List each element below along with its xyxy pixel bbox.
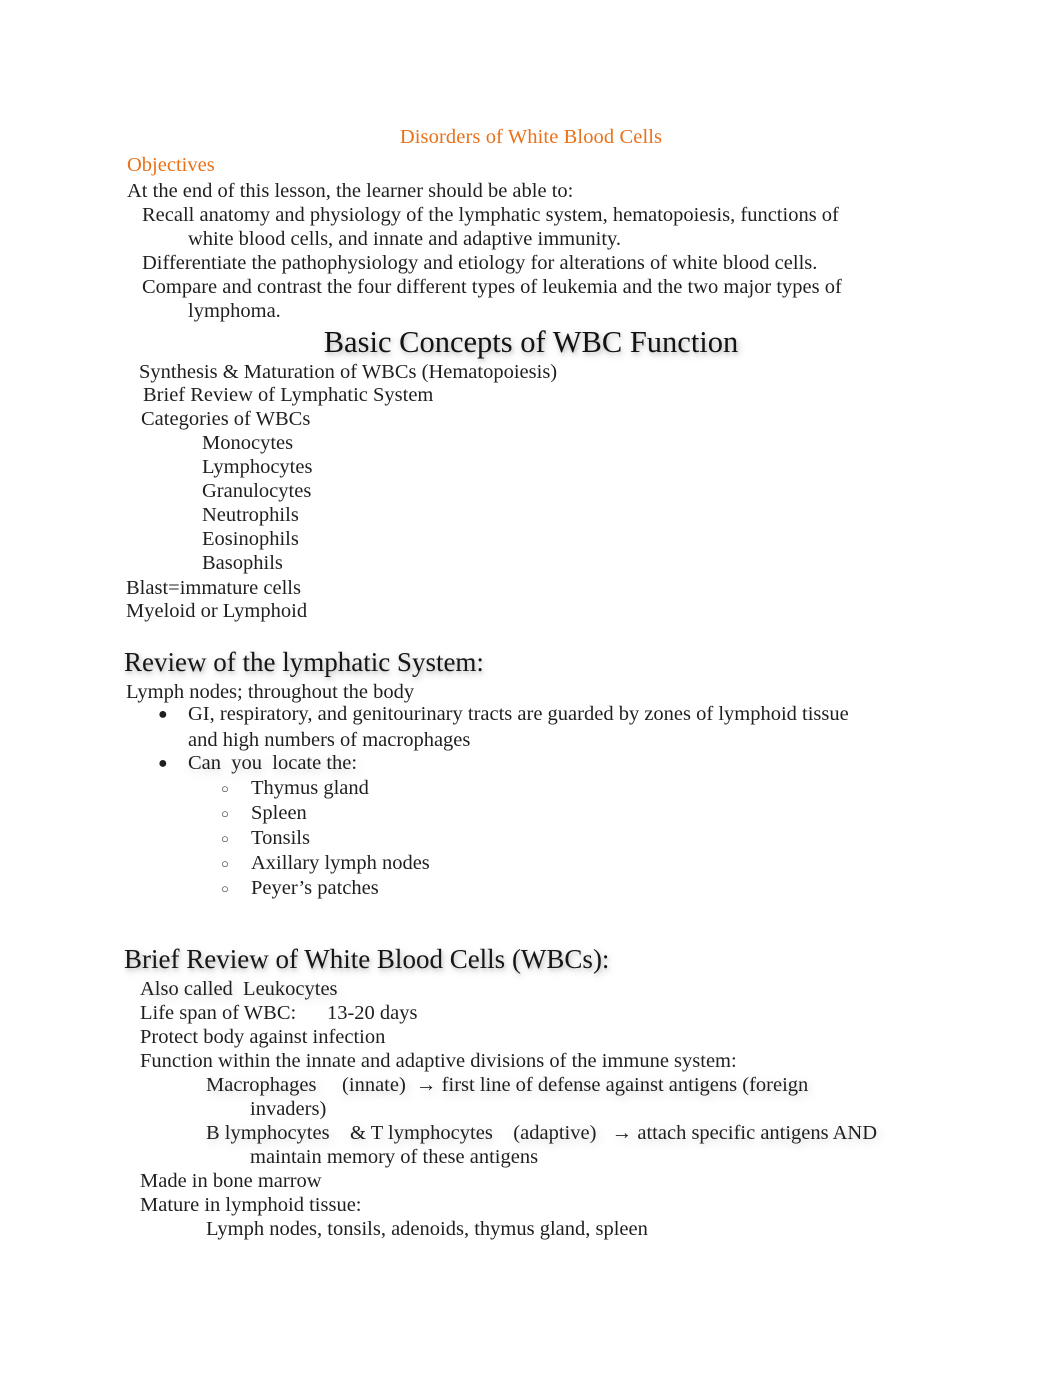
wbc-category-lymphocytes: Lymphocytes [202, 456, 313, 478]
hollow-bullet-icon: ○ [221, 881, 229, 896]
wbc-category-granulocytes: Granulocytes [202, 480, 312, 502]
sub-bullet-thymus-gland: Thymus gland [251, 777, 369, 799]
lymphatic-review-heading: Review of the lymphatic System: [124, 647, 484, 677]
lymphatic-review-intro: Lymph nodes; throughout the body [126, 681, 415, 703]
objective-item-2-line-1: Differentiate the pathophysiology and et… [142, 252, 818, 274]
basic-concepts-note-blast: Blast=immature cells [126, 577, 301, 599]
basic-concepts-topic-2: Brief Review of Lymphatic System [143, 384, 434, 406]
hollow-bullet-icon: ○ [221, 831, 229, 846]
objective-item-1-line-2: white blood cells, and innate and adapti… [188, 228, 622, 250]
filled-bullet-icon: ● [158, 706, 168, 723]
wbc-category-basophils: Basophils [202, 552, 283, 574]
lymphatic-bullet-2-line-1: Can you locate the: [188, 752, 358, 774]
wbc-fact-life-span: Life span of WBC: 13-20 days [140, 1002, 418, 1024]
wbc-fact-function: Function within the innate and adaptive … [140, 1050, 737, 1072]
objectives-heading: Objectives [127, 154, 215, 176]
wbc-category-neutrophils: Neutrophils [202, 504, 299, 526]
immune-detail-macrophages-line-2: invaders) [250, 1098, 327, 1120]
wbc-origin-bone-marrow: Made in bone marrow [140, 1170, 322, 1192]
basic-concepts-note-lineage: Myeloid or Lymphoid [126, 600, 308, 622]
wbc-fact-protect: Protect body against infection [140, 1026, 386, 1048]
hollow-bullet-icon: ○ [221, 806, 229, 821]
document-page: Disorders of White Blood Cells Objective… [0, 0, 1062, 1377]
immune-detail-lymphocytes-line-2: maintain memory of these antigens [250, 1146, 539, 1168]
filled-bullet-icon: ● [158, 755, 168, 772]
sub-bullet-spleen: Spleen [251, 802, 307, 824]
sub-bullet-peyers-patches: Peyer’s patches [251, 877, 379, 899]
list-item: ○ Thymus gland [221, 776, 369, 802]
page-title: Disorders of White Blood Cells [399, 126, 663, 148]
wbc-category-monocytes: Monocytes [202, 432, 294, 454]
objective-item-3-line-2: lymphoma. [188, 300, 281, 322]
wbc-category-eosinophils: Eosinophils [202, 528, 299, 550]
list-item: ○ Axillary lymph nodes [221, 851, 430, 877]
immune-detail-lymphocytes-line-1: B lymphocytes & T lymphocytes (adaptive)… [206, 1122, 878, 1144]
lymphatic-bullet-1-line-1: GI, respiratory, and genitourinary tract… [188, 703, 849, 725]
sub-bullet-tonsils: Tonsils [251, 827, 310, 849]
wbc-origin-mature-lymphoid: Mature in lymphoid tissue: [140, 1194, 362, 1216]
immune-detail-macrophages-line-1: Macrophages (innate) → first line of def… [206, 1074, 809, 1096]
wbc-fact-also-called: Also called Leukocytes [140, 978, 338, 1000]
objectives-lead-in: At the end of this lesson, the learner s… [127, 180, 574, 202]
hollow-bullet-icon: ○ [221, 781, 229, 796]
list-item: ○ Spleen [221, 801, 307, 827]
list-item: ○ Peyer’s patches [221, 876, 379, 902]
list-item: ○ Tonsils [221, 826, 310, 852]
basic-concepts-topic-3: Categories of WBCs [141, 408, 311, 430]
sub-bullet-axillary-lymph-nodes: Axillary lymph nodes [251, 852, 430, 874]
objective-item-1-line-1: Recall anatomy and physiology of the lym… [142, 204, 839, 226]
list-item: ● GI, respiratory, and genitourinary tra… [158, 702, 918, 753]
basic-concepts-topic-1: Synthesis & Maturation of WBCs (Hematopo… [139, 361, 558, 383]
list-item: ● Can you locate the: [158, 751, 658, 777]
hollow-bullet-icon: ○ [221, 856, 229, 871]
basic-concepts-heading: Basic Concepts of WBC Function [323, 325, 739, 359]
wbc-lymphoid-tissues-list: Lymph nodes, tonsils, adenoids, thymus g… [206, 1218, 648, 1240]
lymphatic-bullet-1-line-2: and high numbers of macrophages [188, 728, 471, 751]
wbc-review-heading: Brief Review of White Blood Cells (WBCs)… [124, 944, 610, 974]
objective-item-3-line-1: Compare and contrast the four different … [142, 276, 842, 298]
